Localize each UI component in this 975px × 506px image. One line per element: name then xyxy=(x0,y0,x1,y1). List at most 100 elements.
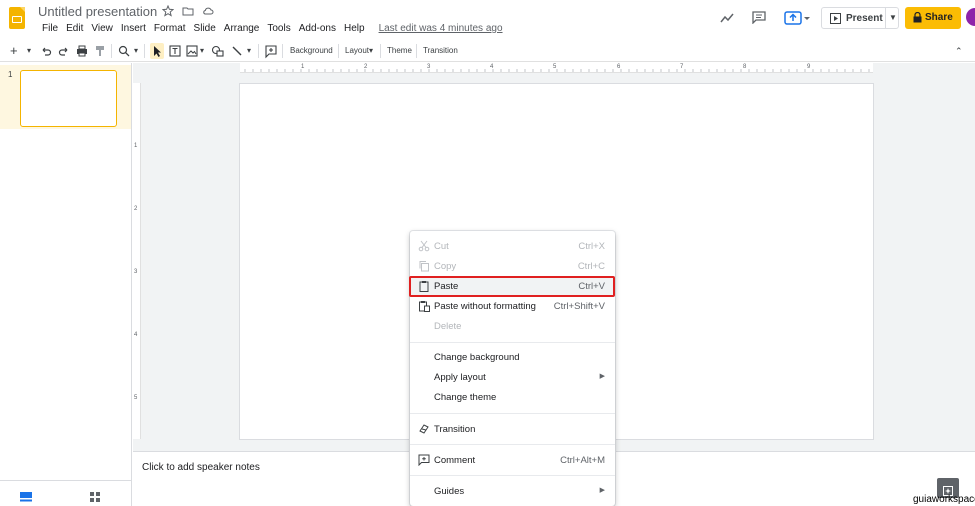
comment-icon xyxy=(418,454,430,467)
menu-item-change-theme[interactable]: Change theme xyxy=(410,387,615,407)
background-button[interactable]: Background xyxy=(290,43,333,59)
ruler-number: 3 xyxy=(134,269,138,275)
menu-item-cut[interactable]: Cut Ctrl+X xyxy=(410,236,615,256)
image-icon[interactable] xyxy=(186,43,198,59)
document-title[interactable]: Untitled presentation xyxy=(38,4,157,19)
menu-item-label: Delete xyxy=(434,321,462,332)
menu-item-comment[interactable]: Comment Ctrl+Alt+M xyxy=(410,450,615,470)
layout-dropdown-icon: ▾ xyxy=(369,46,374,55)
menu-addons[interactable]: Add-ons xyxy=(295,22,340,35)
print-icon[interactable] xyxy=(76,43,88,59)
menu-item-change-background[interactable]: Change background xyxy=(410,347,615,367)
menu-item-label: Comment xyxy=(434,455,476,466)
select-cursor-icon[interactable] xyxy=(150,43,164,59)
menu-separator xyxy=(410,342,615,343)
menu-slide[interactable]: Slide xyxy=(190,22,220,35)
layout-label: Layout xyxy=(345,46,370,55)
submenu-arrow-icon: ▶ xyxy=(599,487,605,494)
horizontal-ruler[interactable]: 1 2 3 4 5 6 7 8 9 xyxy=(240,63,873,73)
menu-item-shortcut: Ctrl+X xyxy=(578,241,605,252)
present-button[interactable]: Present ▼ xyxy=(821,7,899,29)
watermark-text: guiaworkspace xyxy=(913,494,975,505)
vertical-ruler[interactable]: 1 2 3 4 5 xyxy=(133,83,141,439)
transition-button[interactable]: Transition xyxy=(423,43,458,59)
redo-icon[interactable] xyxy=(58,43,70,59)
paint-format-icon[interactable] xyxy=(94,43,106,59)
share-label: Share xyxy=(925,12,953,23)
line-dropdown-icon[interactable]: ▾ xyxy=(247,43,251,59)
menu-item-label: Guides xyxy=(434,486,465,497)
menu-format[interactable]: Format xyxy=(150,22,190,35)
menu-help[interactable]: Help xyxy=(340,22,369,35)
ruler-number: 8 xyxy=(743,64,747,70)
collapse-menus-icon[interactable]: ⌃ xyxy=(955,43,963,59)
filmstrip-slide-row[interactable]: 1 xyxy=(0,65,131,129)
toolbar-divider xyxy=(144,44,145,58)
theme-button[interactable]: Theme xyxy=(387,43,412,59)
menu-item-copy[interactable]: Copy Ctrl+C xyxy=(410,256,615,276)
comment-history-icon[interactable] xyxy=(752,11,766,29)
image-dropdown-icon[interactable]: ▾ xyxy=(200,43,204,59)
toolbar: + ▾ ▾ ▾ ▾ Background Layout▾ Theme Trans… xyxy=(0,40,975,62)
ruler-ticks xyxy=(244,69,870,72)
shape-icon[interactable] xyxy=(211,43,225,59)
menu-item-paste[interactable]: Paste Ctrl+V xyxy=(410,276,615,296)
present-to-meeting-button[interactable] xyxy=(781,9,813,27)
title-icons xyxy=(161,4,214,17)
menu-item-shortcut: Ctrl+Alt+M xyxy=(560,455,605,466)
toolbar-divider xyxy=(380,44,381,58)
star-icon[interactable] xyxy=(161,4,175,17)
ruler-number: 6 xyxy=(617,64,621,70)
menu-separator xyxy=(410,444,615,445)
present-dropdown-icon[interactable]: ▼ xyxy=(889,13,897,22)
menu-item-transition[interactable]: Transition xyxy=(410,419,615,439)
menu-item-shortcut: Ctrl+C xyxy=(577,261,605,272)
menu-item-guides[interactable]: Guides ▶ xyxy=(410,481,615,501)
menu-item-apply-layout[interactable]: Apply layout ▶ xyxy=(410,367,615,387)
speaker-notes-placeholder[interactable]: Click to add speaker notes xyxy=(142,462,260,473)
present-divider xyxy=(885,8,886,28)
ruler-number: 4 xyxy=(134,332,138,338)
add-comment-icon[interactable] xyxy=(265,43,277,59)
menu-item-label: Copy xyxy=(434,261,457,272)
menu-item-delete[interactable]: Delete xyxy=(410,316,615,336)
menu-edit[interactable]: Edit xyxy=(62,22,87,35)
clipboard-icon xyxy=(418,280,430,292)
filmstrip-view-icon[interactable] xyxy=(20,489,32,506)
ruler-number: 5 xyxy=(553,64,557,70)
toolbar-divider xyxy=(282,44,283,58)
slide-thumbnail[interactable] xyxy=(20,70,117,127)
last-edit-link[interactable]: Last edit was 4 minutes ago xyxy=(369,22,507,35)
menu-item-label: Change background xyxy=(434,352,520,363)
text-box-icon[interactable] xyxy=(169,43,181,59)
menu-item-label: Cut xyxy=(434,241,449,252)
menu-file[interactable]: File xyxy=(38,22,62,35)
menu-tools[interactable]: Tools xyxy=(263,22,294,35)
slide-number: 1 xyxy=(8,70,13,79)
grid-view-icon[interactable] xyxy=(90,489,100,506)
menu-item-shortcut: Ctrl+V xyxy=(578,281,605,292)
slides-logo-icon[interactable] xyxy=(9,7,25,29)
menu-item-label: Change theme xyxy=(434,392,497,403)
menu-item-paste-without-formatting[interactable]: Paste without formatting Ctrl+Shift+V xyxy=(410,296,615,316)
lock-icon xyxy=(913,11,922,26)
line-icon[interactable] xyxy=(231,43,243,59)
new-slide-icon[interactable]: + xyxy=(10,43,18,59)
layout-button[interactable]: Layout▾ xyxy=(345,43,373,59)
new-slide-dropdown-icon[interactable]: ▾ xyxy=(27,43,31,59)
ruler-number: 5 xyxy=(134,395,138,401)
share-button[interactable]: Share xyxy=(905,7,961,29)
menu-view[interactable]: View xyxy=(87,22,117,35)
zoom-dropdown-icon[interactable]: ▾ xyxy=(134,43,138,59)
ruler-number: 2 xyxy=(364,64,368,70)
transition-icon xyxy=(418,423,430,435)
undo-icon[interactable] xyxy=(40,43,52,59)
menu-arrange[interactable]: Arrange xyxy=(220,22,264,35)
present-label: Present xyxy=(846,13,883,24)
menu-separator xyxy=(410,413,615,414)
cloud-status-icon[interactable] xyxy=(202,4,214,16)
menu-insert[interactable]: Insert xyxy=(117,22,150,35)
zoom-icon[interactable] xyxy=(118,43,130,59)
activity-dashboard-icon[interactable] xyxy=(720,11,734,29)
move-folder-icon[interactable] xyxy=(182,4,194,16)
